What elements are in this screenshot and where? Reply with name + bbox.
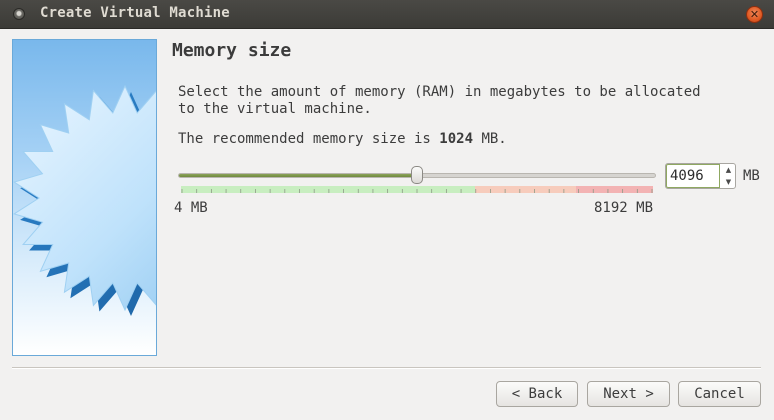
cancel-button[interactable]: Cancel (678, 381, 761, 407)
window-title: Create Virtual Machine (40, 5, 230, 21)
recommended-prefix: The recommended memory size is (178, 131, 440, 147)
recommended-memory-text: The recommended memory size is 1024 MB. (178, 131, 507, 147)
memory-slider-scale (181, 186, 653, 193)
wizard-banner (12, 39, 157, 356)
spin-up-icon[interactable]: ▲ (721, 164, 736, 176)
recommended-suffix: MB. (473, 131, 507, 147)
slider-max-label: 8192 MB (594, 200, 654, 216)
back-button[interactable]: < Back (496, 381, 578, 407)
page-title: Memory size (172, 40, 292, 61)
create-vm-dialog: Create Virtual Machine ✕ Memory size Sel… (0, 0, 774, 420)
starburst-face (13, 84, 156, 312)
memory-spinbox[interactable]: ▲ ▼ (665, 163, 736, 189)
memory-slider-fill (179, 174, 418, 177)
danger-memory-zone (576, 186, 653, 193)
close-icon[interactable]: ✕ (746, 6, 763, 23)
starburst-badge-icon (13, 84, 156, 316)
page-description: Select the amount of memory (RAM) in meg… (178, 84, 701, 117)
memory-unit-label: MB (743, 168, 760, 184)
window-menu-icon[interactable] (13, 8, 25, 20)
slider-min-label: 4 MB (174, 200, 208, 216)
recommended-value: 1024 (439, 131, 474, 147)
title-bar: Create Virtual Machine ✕ (0, 0, 774, 29)
button-separator (12, 367, 761, 369)
memory-size-input[interactable] (666, 164, 720, 188)
memory-slider-handle[interactable] (411, 166, 423, 184)
next-button[interactable]: Next > (587, 381, 670, 407)
spin-down-icon[interactable]: ▼ (721, 176, 736, 188)
safe-memory-zone (181, 186, 475, 193)
